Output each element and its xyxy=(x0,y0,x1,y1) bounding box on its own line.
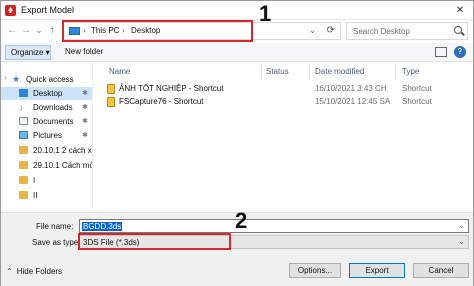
forward-arrow-icon[interactable]: → xyxy=(21,25,31,37)
file-name-label: File name: xyxy=(36,222,74,231)
sidebar-item-folder[interactable]: I xyxy=(1,174,92,187)
pin-icon: ✱ xyxy=(82,132,88,139)
sidebar-item-label: Downloads xyxy=(33,103,73,112)
sidebar-item-downloads[interactable]: ↓ Downloads ✱ xyxy=(1,101,92,114)
sidebar-item-folder[interactable]: 20.10.1 2 cách xó xyxy=(1,144,93,157)
pictures-icon xyxy=(19,131,28,139)
column-divider[interactable] xyxy=(261,65,262,79)
export-button[interactable]: Export xyxy=(349,263,405,278)
chevron-down-icon[interactable]: ⌄ xyxy=(458,221,465,230)
chevron-up-icon: ⌃ xyxy=(6,267,13,276)
sidebar-item-label: Documents xyxy=(33,117,74,126)
up-arrow-icon[interactable]: ↑ xyxy=(47,25,57,37)
file-name: FSCapture76 - Shortcut xyxy=(119,97,204,106)
shortcut-icon xyxy=(107,97,115,107)
star-icon: ★ xyxy=(12,74,21,84)
save-as-type-label: Save as type: xyxy=(32,238,81,247)
annotation-box-address xyxy=(62,20,253,42)
view-options-icon[interactable] xyxy=(435,47,447,57)
hide-folders-label: Hide Folders xyxy=(16,267,63,276)
folder-icon xyxy=(19,191,28,199)
document-icon xyxy=(19,117,28,125)
toolbar: Organize ▾ New folder ? xyxy=(1,43,473,62)
search-box[interactable]: Search Desktop xyxy=(346,22,468,40)
hide-folders-button[interactable]: ⌃ Hide Folders xyxy=(6,267,62,276)
folder-icon xyxy=(19,146,28,154)
help-icon[interactable]: ? xyxy=(454,46,466,58)
sidebar-item-label: Desktop xyxy=(33,89,63,98)
window-title: Export Model xyxy=(21,5,75,15)
file-name-value[interactable]: BGDD.3ds xyxy=(82,222,123,231)
download-icon: ↓ xyxy=(19,102,24,112)
sidebar-item-label: II xyxy=(33,191,38,200)
chevron-down-icon[interactable]: ⌄ xyxy=(458,237,465,246)
sidebar-item-pictures[interactable]: Pictures ✱ xyxy=(1,129,92,142)
title-bar: Export Model ✕ xyxy=(1,1,473,20)
back-arrow-icon[interactable]: ← xyxy=(7,25,17,37)
app-icon xyxy=(5,5,16,16)
column-header-date-modified[interactable]: Date modified xyxy=(315,67,364,76)
file-type: Shortcut xyxy=(402,97,432,106)
pin-icon: ✱ xyxy=(82,104,88,111)
sidebar-item-folder[interactable]: II xyxy=(1,189,92,202)
annotation-badge-2: 2 xyxy=(235,208,248,233)
column-header-name[interactable]: Name xyxy=(109,67,130,76)
annotation-badge-1: 1 xyxy=(259,1,272,26)
chevron-down-icon[interactable]: ⌄ xyxy=(309,26,316,35)
file-date: 15/10/2021 12:45 SA xyxy=(315,97,391,106)
sidebar-item-documents[interactable]: Documents ✱ xyxy=(1,115,92,128)
file-row[interactable]: ẢNH TỐT NGHIỆP - Shortcut 16/10/2021 3:4… xyxy=(105,83,471,95)
recent-locations-icon[interactable]: ⌄ xyxy=(34,25,44,37)
sidebar-item-label: Quick access xyxy=(26,75,74,84)
file-type: Shortcut xyxy=(402,84,432,93)
close-icon[interactable]: ✕ xyxy=(453,4,467,17)
shortcut-icon xyxy=(107,84,115,94)
search-icon xyxy=(454,26,462,34)
export-dialog: Export Model ✕ ← → ⌄ ↑ › This PC › Deskt… xyxy=(0,0,474,286)
folder-icon xyxy=(19,161,28,169)
sidebar-item-label: Pictures xyxy=(33,131,62,140)
search-placeholder: Search Desktop xyxy=(353,27,410,36)
sidebar-item-label: I xyxy=(33,176,36,185)
folder-icon xyxy=(19,176,28,184)
navigation-pane: › ★ Quick access Desktop ✱ ↓ Downloads ✱… xyxy=(1,63,93,211)
new-folder-button[interactable]: New folder xyxy=(65,47,103,56)
address-row: ← → ⌄ ↑ › This PC › Desktop ⌄ ⟳ Search D… xyxy=(1,20,473,42)
annotation-box-save-type xyxy=(78,233,231,250)
cancel-button[interactable]: Cancel xyxy=(413,263,469,278)
sidebar-item-folder[interactable]: 29.10.1 Cách mở xyxy=(1,159,93,172)
file-row[interactable]: FSCapture76 - Shortcut 15/10/2021 12:45 … xyxy=(105,96,471,108)
column-header-type[interactable]: Type xyxy=(402,67,419,76)
file-name-input[interactable]: BGDD.3ds ⌄ xyxy=(79,219,469,233)
sidebar-item-desktop[interactable]: Desktop ✱ xyxy=(1,87,92,100)
expand-icon[interactable]: › xyxy=(4,75,6,82)
organize-button[interactable]: Organize ▾ xyxy=(5,45,51,60)
file-date: 16/10/2021 3:43 CH xyxy=(315,84,387,93)
desktop-icon xyxy=(19,89,28,97)
column-header-status[interactable]: Status xyxy=(266,67,289,76)
sidebar-item-label: 29.10.1 Cách mở xyxy=(33,161,93,170)
file-name: ẢNH TỐT NGHIỆP - Shortcut xyxy=(119,84,224,93)
column-divider[interactable] xyxy=(309,65,310,79)
file-list: Name Status Date modified Type ẢNH TỐT N… xyxy=(99,63,473,211)
pin-icon: ✱ xyxy=(82,118,88,125)
pin-icon: ✱ xyxy=(82,90,88,97)
sidebar-item-quick-access[interactable]: › ★ Quick access xyxy=(1,73,92,86)
options-button[interactable]: Options... xyxy=(289,263,341,278)
sidebar-item-label: 20.10.1 2 cách xó xyxy=(33,146,93,155)
column-divider[interactable] xyxy=(395,65,396,79)
refresh-icon[interactable]: ⟳ xyxy=(327,25,335,36)
